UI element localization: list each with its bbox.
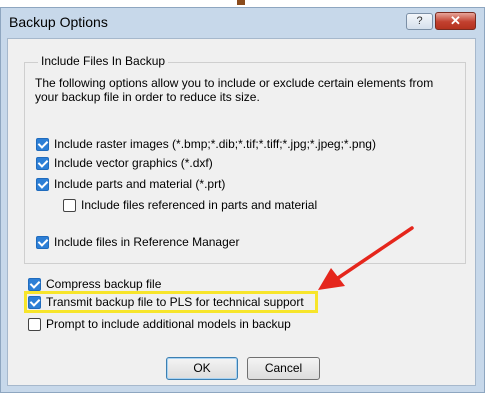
option-referenced-files[interactable]: Include files referenced in parts and ma…: [63, 197, 317, 213]
option-label: Prompt to include additional models in b…: [46, 317, 291, 331]
option-label: Include files referenced in parts and ma…: [81, 198, 318, 212]
ok-button[interactable]: OK: [166, 357, 238, 380]
cancel-button[interactable]: Cancel: [247, 357, 320, 380]
option-prompt-additional-models[interactable]: Prompt to include additional models in b…: [28, 316, 291, 332]
checkbox[interactable]: [36, 235, 49, 249]
window-edge-marker: [237, 0, 245, 5]
checkbox[interactable]: [28, 317, 41, 331]
option-reference-manager[interactable]: Include files in Reference Manager: [36, 234, 239, 250]
option-parts-material[interactable]: Include parts and material (*.prt): [36, 176, 225, 192]
option-raster-images[interactable]: Include raster images (*.bmp;*.dib;*.tif…: [36, 136, 376, 152]
checkbox[interactable]: [28, 277, 41, 291]
option-label: Include files in Reference Manager: [54, 235, 240, 249]
dialog-title: Backup Options: [9, 14, 108, 30]
option-label: Compress backup file: [46, 277, 162, 291]
option-label: Transmit backup file to PLS for technica…: [46, 295, 304, 309]
option-compress-backup[interactable]: Compress backup file: [28, 276, 161, 292]
option-label: Include raster images (*.bmp;*.dib;*.tif…: [54, 137, 376, 151]
checkbox[interactable]: [28, 295, 41, 309]
close-button[interactable]: ✕: [435, 12, 476, 30]
checkbox[interactable]: [36, 156, 49, 170]
checkbox[interactable]: [36, 137, 49, 151]
option-label: Include parts and material (*.prt): [54, 177, 226, 191]
checkbox[interactable]: [36, 177, 49, 191]
group-title: Include Files In Backup: [38, 54, 169, 68]
group-description: The following options allow you to inclu…: [35, 76, 434, 104]
checkbox[interactable]: [63, 198, 76, 212]
option-transmit-to-pls[interactable]: Transmit backup file to PLS for technica…: [28, 294, 304, 310]
option-vector-graphics[interactable]: Include vector graphics (*.dxf): [36, 155, 213, 171]
option-label: Include vector graphics (*.dxf): [54, 156, 213, 170]
help-button[interactable]: ?: [406, 13, 433, 30]
